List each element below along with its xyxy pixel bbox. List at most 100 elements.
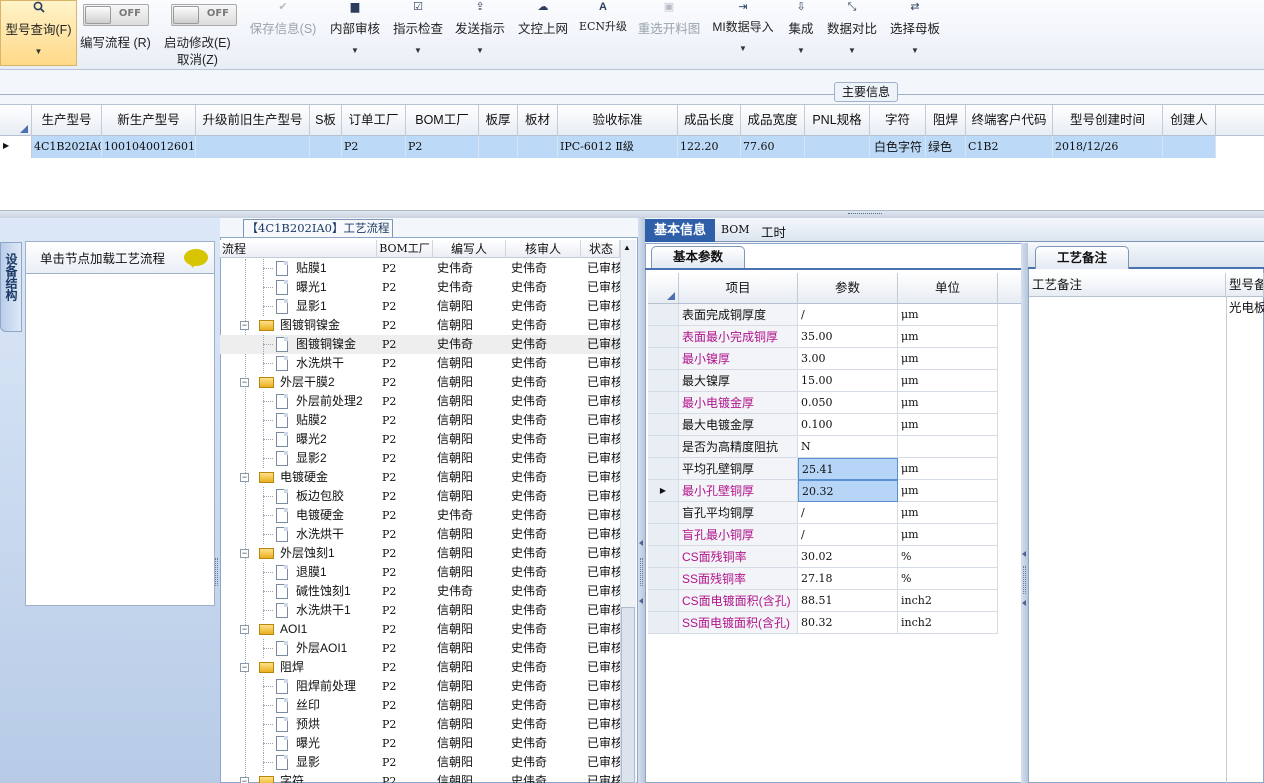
param-value[interactable]: 0.050 [798, 392, 898, 414]
tree-row[interactable]: − 外层蚀刻1 P2 信朝阳 史伟奇 已审核 [220, 544, 620, 563]
tree-row[interactable]: 水洗烘干1 P2 信朝阳 史伟奇 已审核 [220, 601, 620, 620]
column-header[interactable]: BOM工厂 [377, 240, 433, 258]
mi-import-button[interactable]: ⇥ MI数据导入 ▼ [710, 0, 776, 66]
column-header[interactable]: 生产型号 [32, 105, 102, 136]
tree-row[interactable]: 退膜1 P2 信朝阳 史伟奇 已审核 [220, 563, 620, 582]
tree-row[interactable]: − 图镀铜镍金 P2 信朝阳 史伟奇 已审核 [220, 316, 620, 335]
splitter-grip[interactable] [640, 558, 643, 586]
param-row[interactable]: 最小电镀金厚 0.050 μm [648, 392, 998, 414]
tree-row[interactable]: − 电镀硬金 P2 信朝阳 史伟奇 已审核 [220, 468, 620, 487]
column-header[interactable]: 核审人 [506, 240, 581, 258]
tree-row[interactable]: 外层AOI1 P2 信朝阳 史伟奇 已审核 [220, 639, 620, 658]
ecn-upgrade-button[interactable]: A ECN升级 [578, 0, 628, 66]
param-row[interactable]: 是否为高精度阻抗 N [648, 436, 998, 458]
collapse-icon[interactable]: − [240, 549, 249, 558]
column-header[interactable]: 板材 [518, 105, 558, 136]
tree-row[interactable]: − 阻焊 P2 信朝阳 史伟奇 已审核 [220, 658, 620, 677]
param-row[interactable]: SS面残铜率 27.18% [648, 568, 998, 590]
query-button[interactable]: 型号查询(F) ▼ [0, 0, 77, 66]
table-cell[interactable] [1163, 136, 1216, 158]
table-cell[interactable]: 白色字符 [870, 136, 926, 158]
column-header[interactable]: 成品长度 [678, 105, 741, 136]
column-header[interactable]: 验收标准 [558, 105, 678, 136]
column-header[interactable]: 字符 [870, 105, 926, 136]
dropdown-arrow-icon[interactable]: ▼ [453, 46, 507, 55]
table-cell[interactable] [196, 136, 310, 158]
table-cell[interactable]: 2018/12/26 [1053, 136, 1163, 158]
tree-row[interactable]: 图镀铜镍金 P2 史伟奇 史伟奇 已审核 [220, 335, 620, 354]
collapse-icon[interactable]: − [240, 321, 249, 330]
param-row[interactable]: 平均孔壁铜厚 25.41 μm [648, 458, 998, 480]
table-cell[interactable] [310, 136, 342, 158]
param-row[interactable]: ▶ 最小孔壁铜厚 20.32 μm [648, 480, 998, 502]
column-header[interactable]: 终端客户代码 [966, 105, 1053, 136]
param-row[interactable]: 表面完成铜厚度 / μm [648, 304, 998, 326]
tab-process-notes[interactable]: 工艺备注 [1035, 246, 1129, 269]
doc-upload-button[interactable]: ☁ 文控上网 [516, 0, 570, 66]
tab-work-hours[interactable]: 工时 [761, 222, 786, 241]
column-header[interactable]: 项目 [679, 273, 798, 304]
table-cell[interactable] [518, 136, 558, 158]
param-row[interactable]: 表面最小完成铜厚 35.00 μm [648, 326, 998, 348]
tree-row[interactable]: 电镀硬金 P2 史伟奇 史伟奇 已审核 [220, 506, 620, 525]
collapse-left-icon[interactable] [639, 598, 643, 604]
param-row[interactable]: 最大镍厚 15.00 μm [648, 370, 998, 392]
param-row[interactable]: 盲孔最小铜厚 / μm [648, 524, 998, 546]
tab-basic-info[interactable]: 基本信息 [645, 219, 715, 242]
select-all-corner[interactable] [0, 105, 32, 136]
column-header[interactable]: 状态 [581, 240, 620, 258]
tree-row[interactable]: 预烘 P2 信朝阳 史伟奇 已审核 [220, 715, 620, 734]
table-cell[interactable]: 绿色 [926, 136, 966, 158]
collapse-left-icon[interactable] [1022, 551, 1026, 557]
dropdown-arrow-icon[interactable]: ▼ [327, 46, 383, 55]
scrollbar-thumb[interactable] [621, 607, 635, 783]
splitter-grip[interactable] [1023, 566, 1026, 594]
instruction-check-button[interactable]: ☑ 指示检查 ▼ [391, 0, 445, 66]
param-value[interactable]: 80.32 [798, 612, 898, 634]
param-value[interactable]: 20.32 [798, 480, 898, 502]
column-header[interactable]: 单位 [898, 273, 998, 304]
tree-row[interactable]: 水洗烘干 P2 信朝阳 史伟奇 已审核 [220, 354, 620, 373]
write-flow-label[interactable]: 编写流程 (R) [80, 32, 151, 51]
column-header[interactable]: 板厚 [479, 105, 518, 136]
param-row[interactable]: CS面残铜率 30.02% [648, 546, 998, 568]
param-value[interactable]: / [798, 524, 898, 546]
param-value[interactable]: 88.51 [798, 590, 898, 612]
save-button[interactable]: ✔ 保存信息(S) [247, 0, 319, 66]
table-cell[interactable]: P2 [342, 136, 406, 158]
tree-row[interactable]: 显影2 P2 信朝阳 史伟奇 已审核 [220, 449, 620, 468]
collapse-icon[interactable]: − [240, 625, 249, 634]
table-cell[interactable]: P2 [406, 136, 479, 158]
tree-row[interactable]: 碱性蚀刻1 P2 史伟奇 史伟奇 已审核 [220, 582, 620, 601]
column-header[interactable]: S板 [310, 105, 342, 136]
collapse-left-icon[interactable] [1022, 600, 1026, 606]
tab-bom[interactable]: BOM [721, 223, 750, 236]
param-value[interactable]: 3.00 [798, 348, 898, 370]
cancel-label[interactable]: 取消(Z) [177, 49, 218, 68]
param-row[interactable]: 最大电镀金厚 0.100 μm [648, 414, 998, 436]
vertical-splitter[interactable] [1021, 243, 1028, 783]
tree-row[interactable]: 贴膜1 P2 史伟奇 史伟奇 已审核 [220, 259, 620, 278]
data-compare-button[interactable]: ⤡ 数据对比 ▼ [825, 0, 879, 66]
select-all-corner[interactable] [648, 273, 679, 304]
write-flow-toggle[interactable]: OFF [83, 4, 149, 26]
tree-row[interactable]: 丝印 P2 信朝阳 史伟奇 已审核 [220, 696, 620, 715]
table-cell[interactable]: 10010400126012 [102, 136, 196, 158]
table-cell[interactable]: 4C1B202IA0 [32, 136, 102, 158]
collapse-icon[interactable]: − [240, 663, 249, 672]
param-row[interactable]: 最小镍厚 3.00 μm [648, 348, 998, 370]
param-value[interactable]: 30.02 [798, 546, 898, 568]
column-header[interactable]: 型号备 [1226, 273, 1264, 297]
tree-row[interactable]: 曝光 P2 信朝阳 史伟奇 已审核 [220, 734, 620, 753]
scroll-up-icon[interactable]: ▲ [623, 243, 631, 252]
column-header[interactable]: BOM工厂 [406, 105, 479, 136]
dropdown-arrow-icon[interactable]: ▼ [784, 46, 818, 55]
start-edit-toggle[interactable]: OFF [171, 4, 237, 26]
process-flow-tab[interactable]: 【4C1B202IA0】工艺流程 [243, 219, 393, 237]
column-header[interactable]: 型号创建时间 [1053, 105, 1163, 136]
column-header[interactable]: 成品宽度 [741, 105, 805, 136]
column-header[interactable]: 创建人 [1163, 105, 1216, 136]
dropdown-arrow-icon[interactable]: ▼ [710, 44, 776, 53]
tree-row[interactable]: 显影1 P2 信朝阳 史伟奇 已审核 [220, 297, 620, 316]
table-cell[interactable] [805, 136, 870, 158]
